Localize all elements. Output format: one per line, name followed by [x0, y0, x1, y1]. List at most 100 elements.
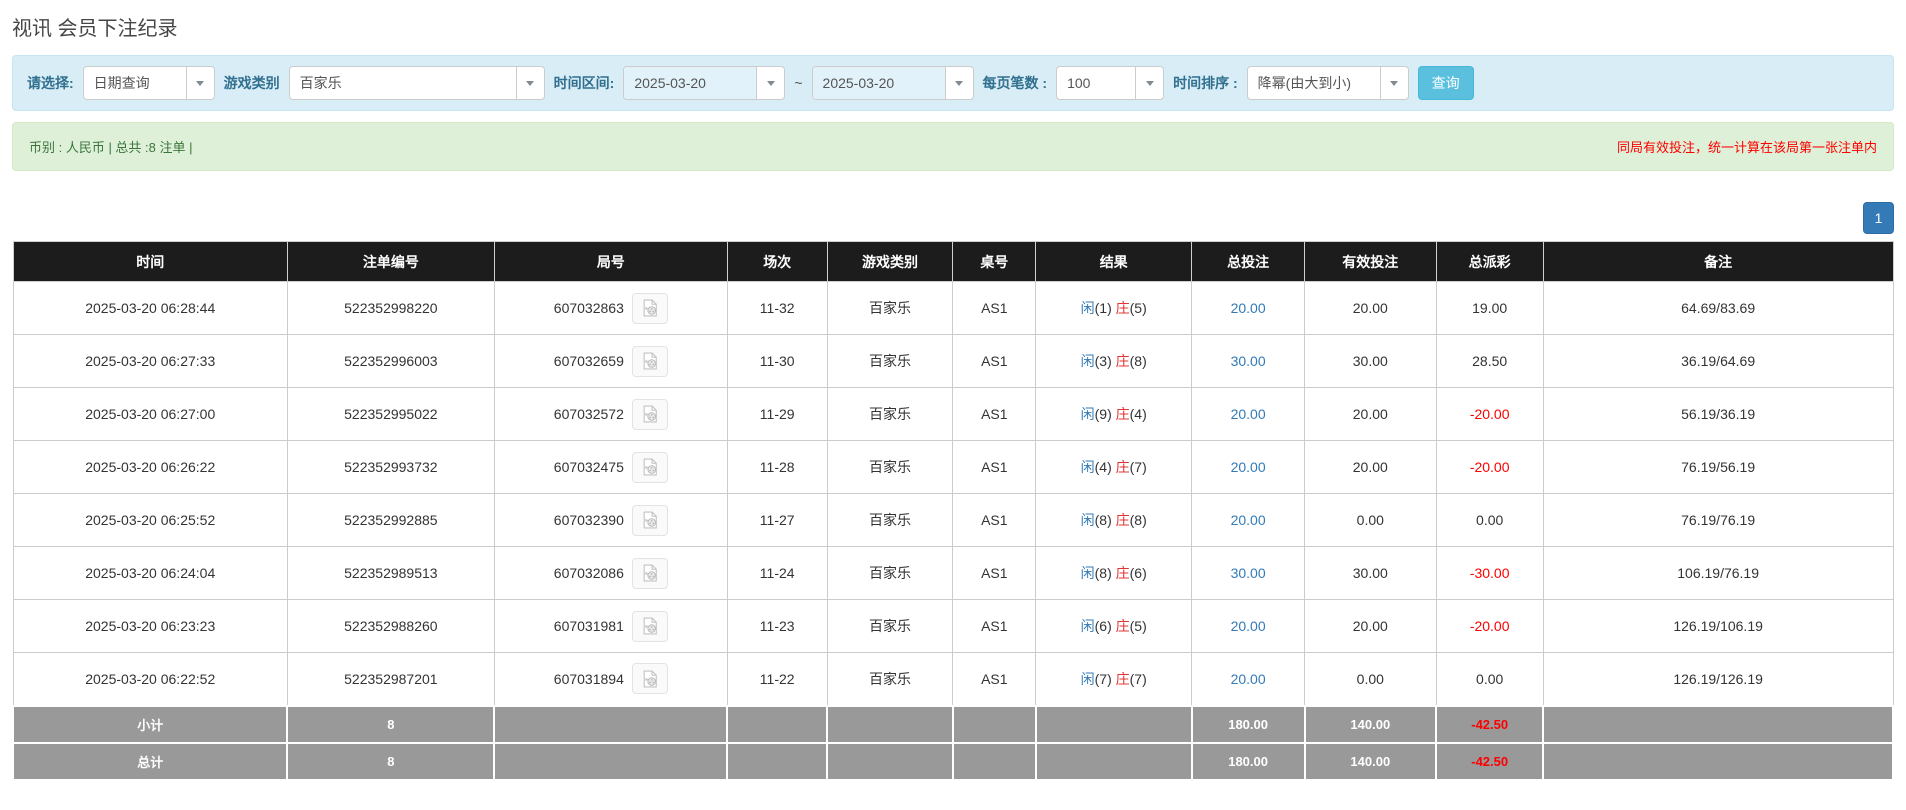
cell-payout: -30.00 [1435, 546, 1544, 600]
grand-total-total-bet: 180.00 [1190, 741, 1306, 781]
time-sort-value: 降幂(由大到小) [1257, 75, 1351, 91]
col-header-remark: 备注 [1542, 241, 1894, 282]
result-banker-count: (7) [1129, 459, 1147, 475]
date-range-separator: ~ [794, 75, 803, 91]
game-type-select[interactable]: 百家乐 [288, 66, 545, 100]
col-header-session: 场次 [726, 241, 828, 282]
video-record-icon [643, 617, 657, 635]
result-banker-label: 庄 [1115, 406, 1130, 422]
col-header-bet-no: 注单编号 [286, 241, 495, 282]
cell-time: 2025-03-20 06:22:52 [12, 652, 288, 706]
result-player-label: 闲 [1080, 565, 1095, 581]
cell-remark: 126.19/126.19 [1542, 652, 1894, 706]
cell-round-no: 607031894 [493, 652, 728, 706]
grand-total-count: 8 [286, 741, 496, 781]
video-replay-button[interactable] [631, 451, 668, 483]
table-row: 2025-03-20 06:22:52 522352987201 607031894… [12, 652, 1894, 706]
cell-total-bet[interactable]: 20.00 [1191, 493, 1305, 547]
cell-total-bet[interactable]: 30.00 [1191, 334, 1305, 388]
subtotal-label: 小计 [11, 704, 289, 744]
col-header-time: 时间 [12, 241, 288, 282]
cell-total-bet[interactable]: 20.00 [1191, 599, 1305, 653]
cell-total-bet[interactable]: 20.00 [1191, 652, 1305, 706]
cell-game-type: 百家乐 [826, 652, 954, 706]
cell-remark: 76.19/56.19 [1542, 440, 1894, 494]
cell-time: 2025-03-20 06:27:00 [12, 387, 288, 441]
cell-total-bet[interactable]: 20.00 [1191, 281, 1305, 335]
cell-round-no: 607031981 [493, 599, 728, 653]
table-row: 2025-03-20 06:26:22 522352993732 607032475… [12, 440, 1894, 494]
date-from-select[interactable]: 2025-03-20 [623, 66, 786, 100]
cell-bet-no: 522352989513 [286, 546, 495, 600]
time-sort-label: 时间排序 : [1173, 75, 1238, 91]
subtotal-count: 8 [286, 704, 496, 744]
cell-result: 闲(9) 庄(4) [1035, 387, 1193, 441]
cell-bet-no: 522352988260 [286, 599, 495, 653]
round-number: 607032659 [553, 353, 624, 369]
video-replay-button[interactable] [631, 663, 668, 695]
cell-bet-no: 522352992885 [286, 493, 495, 547]
table-row: 2025-03-20 06:27:00 522352995022 607032572… [12, 387, 1894, 441]
cell-payout: 0.00 [1435, 652, 1544, 706]
result-banker-count: (5) [1129, 618, 1147, 634]
page-1-button[interactable]: 1 [1863, 202, 1894, 234]
grand-total-label: 总计 [11, 741, 289, 781]
grand-total-row: 总计 8 180.00 140.00 -42.50 [11, 741, 1894, 781]
cell-payout: 19.00 [1435, 281, 1544, 335]
subtotal-row: 小计 8 180.00 140.00 -42.50 [11, 704, 1894, 744]
cell-remark: 76.19/76.19 [1542, 493, 1894, 547]
video-replay-button[interactable] [631, 398, 668, 430]
table-row: 2025-03-20 06:27:33 522352996003 607032659… [12, 334, 1894, 388]
cell-remark: 36.19/64.69 [1542, 334, 1894, 388]
cell-table-no: AS1 [952, 652, 1037, 706]
date-to-select[interactable]: 2025-03-20 [811, 66, 974, 100]
cell-total-bet[interactable]: 20.00 [1191, 440, 1305, 494]
video-replay-button[interactable] [631, 292, 668, 324]
per-page-select[interactable]: 100 [1056, 66, 1165, 100]
result-player-label: 闲 [1080, 353, 1095, 369]
cell-session: 11-28 [726, 440, 828, 494]
col-header-round-no: 局号 [493, 241, 728, 282]
result-player-label: 闲 [1080, 618, 1095, 634]
result-banker-label: 庄 [1115, 618, 1130, 634]
cell-payout: 28.50 [1435, 334, 1544, 388]
subtotal-payout: -42.50 [1435, 704, 1545, 744]
cell-result: 闲(8) 庄(6) [1035, 546, 1193, 600]
query-type-select[interactable]: 日期查询 [82, 66, 215, 100]
cell-bet-no: 522352998220 [286, 281, 495, 335]
chevron-down-icon [756, 67, 785, 99]
video-record-icon [643, 564, 657, 582]
result-banker-count: (7) [1129, 670, 1147, 687]
col-header-payout: 总派彩 [1435, 241, 1544, 282]
table-footer: 小计 8 180.00 140.00 -42.50 总计 8 180.00 14… [11, 704, 1894, 781]
result-banker-label: 庄 [1115, 459, 1130, 475]
game-type-label: 游戏类别 [223, 75, 280, 91]
result-banker-count: (8) [1129, 353, 1147, 369]
video-replay-button[interactable] [631, 345, 668, 377]
query-button[interactable]: 查询 [1417, 66, 1474, 100]
video-replay-button[interactable] [631, 504, 668, 536]
cell-payout: 0.00 [1435, 493, 1544, 547]
cell-total-bet[interactable]: 30.00 [1191, 546, 1305, 600]
cell-total-bet[interactable]: 20.00 [1191, 387, 1305, 441]
result-banker-label: 庄 [1115, 565, 1130, 581]
cell-game-type: 百家乐 [826, 440, 954, 494]
cell-round-no: 607032572 [493, 387, 728, 441]
video-replay-button[interactable] [631, 557, 668, 589]
cell-table-no: AS1 [952, 440, 1037, 494]
cell-result: 闲(3) 庄(8) [1035, 334, 1193, 388]
cell-payout: -20.00 [1435, 387, 1544, 441]
time-sort-select[interactable]: 降幂(由大到小) [1246, 66, 1409, 100]
cell-bet-no: 522352995022 [286, 387, 495, 441]
video-record-icon [643, 299, 657, 317]
video-replay-button[interactable] [631, 610, 668, 642]
cell-game-type: 百家乐 [826, 387, 954, 441]
cell-payout: -20.00 [1435, 599, 1544, 653]
filter-panel: 请选择: 日期查询 游戏类别 百家乐 时间区间: 2025-03-20 ~ 20… [12, 55, 1894, 111]
table-row: 2025-03-20 06:25:52 522352992885 607032390… [12, 493, 1894, 547]
per-page-label: 每页笔数 : [982, 75, 1048, 91]
table-header: 时间 注单编号 局号 场次 游戏类别 桌号 结果 总投注 有效投注 总派彩 备注 [12, 241, 1894, 282]
cell-table-no: AS1 [952, 334, 1037, 388]
result-banker-count: (6) [1129, 565, 1147, 581]
result-player-label: 闲 [1080, 300, 1095, 316]
